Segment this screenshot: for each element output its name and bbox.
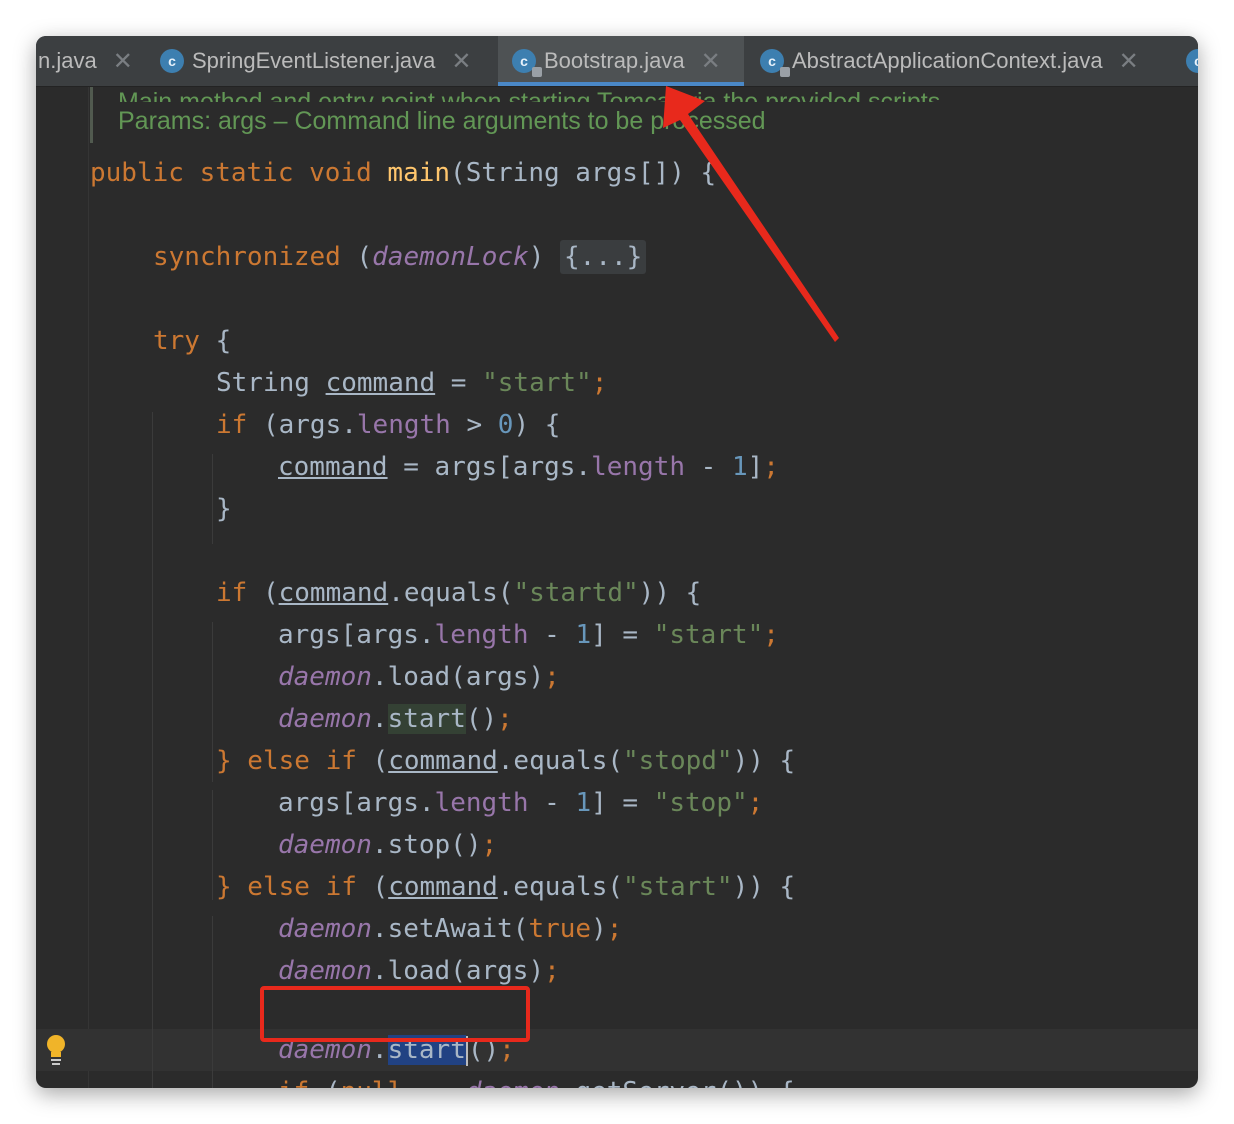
tab-abstract-application-context[interactable]: c AbstractApplicationContext.java ✕ — [760, 36, 1139, 86]
lightbulb-icon[interactable] — [46, 1033, 66, 1067]
class-icon: c — [512, 49, 542, 77]
tab-label: SpringEventListener.java — [192, 48, 436, 73]
indent-guide — [212, 916, 213, 1088]
folded-block[interactable]: {...} — [560, 240, 647, 274]
indent-guide — [212, 622, 213, 782]
code-line-if-null-server: if (null == daemon.getServer()) { — [278, 1071, 795, 1088]
indent-guide — [212, 454, 213, 544]
editor-tab-bar: n.java ✕ c SpringEventListener.java ✕ c … — [36, 36, 1198, 87]
class-icon: c — [160, 49, 184, 73]
code-line-try: try { — [153, 326, 232, 356]
caret-row-highlight — [36, 1029, 1198, 1071]
code-line-if-startd: if (command.equals("startd")) { — [216, 578, 702, 608]
code-line-daemon-load: daemon.load(args); — [278, 662, 560, 692]
tab-label: AbstractApplicationContext.java — [792, 48, 1103, 73]
tab-n-java[interactable]: n.java ✕ — [38, 36, 133, 86]
close-tab-icon[interactable]: ✕ — [451, 47, 471, 76]
code-line-main-signature: public static void main(String args[]) { — [90, 158, 717, 188]
code-line-args-start: args[args.length - 1] = "start"; — [278, 620, 779, 650]
code-line-args-stop: args[args.length - 1] = "stop"; — [278, 788, 764, 818]
code-line-command-decl: String command = "start"; — [216, 368, 608, 398]
doc-comment-params: Params: args – Command line arguments to… — [118, 107, 766, 135]
tab-overflow[interactable]: c — [1186, 36, 1198, 86]
tab-label: Bootstrap.java — [544, 48, 685, 73]
ide-window: n.java ✕ c SpringEventListener.java ✕ c … — [36, 36, 1198, 1088]
tab-spring-event-listener[interactable]: c SpringEventListener.java ✕ — [160, 36, 471, 86]
tab-label: n.java — [38, 48, 97, 73]
selected-text: start — [387, 1035, 466, 1065]
code-editor[interactable]: Main method and entry point when startin… — [36, 87, 1198, 1088]
code-line-daemon-load-2: daemon.load(args); — [278, 956, 560, 986]
indent-guide — [152, 412, 153, 1088]
code-line-else-if-start: } else if (command.equals("start")) { — [216, 872, 796, 902]
code-line-daemon-start-selected[interactable]: daemon.start(); — [278, 1029, 515, 1071]
code-line-else-if-stopd: } else if (command.equals("stopd")) { — [216, 746, 796, 776]
code-line-daemon-stop: daemon.stop(); — [278, 830, 498, 860]
gutter-divider — [88, 87, 89, 1088]
close-tab-icon[interactable]: ✕ — [1119, 47, 1139, 76]
code-line-close-brace: } — [216, 494, 232, 524]
tab-bootstrap[interactable]: c Bootstrap.java ✕ — [498, 36, 744, 86]
code-line-synchronized: synchronized (daemonLock) {...} — [153, 236, 647, 278]
doc-comment-bar — [90, 87, 93, 143]
code-line-set-await: daemon.setAwait(true); — [278, 914, 623, 944]
code-line-command-assign: command = args[args.length - 1]; — [278, 452, 779, 482]
class-icon: c — [1186, 49, 1198, 73]
code-line-if-args-length: if (args.length > 0) { — [216, 410, 561, 440]
class-icon: c — [760, 49, 790, 77]
close-tab-icon[interactable]: ✕ — [113, 47, 133, 76]
code-line-daemon-start: daemon.start(); — [278, 704, 513, 734]
close-tab-icon[interactable]: ✕ — [701, 47, 721, 76]
indent-guide — [212, 790, 213, 900]
